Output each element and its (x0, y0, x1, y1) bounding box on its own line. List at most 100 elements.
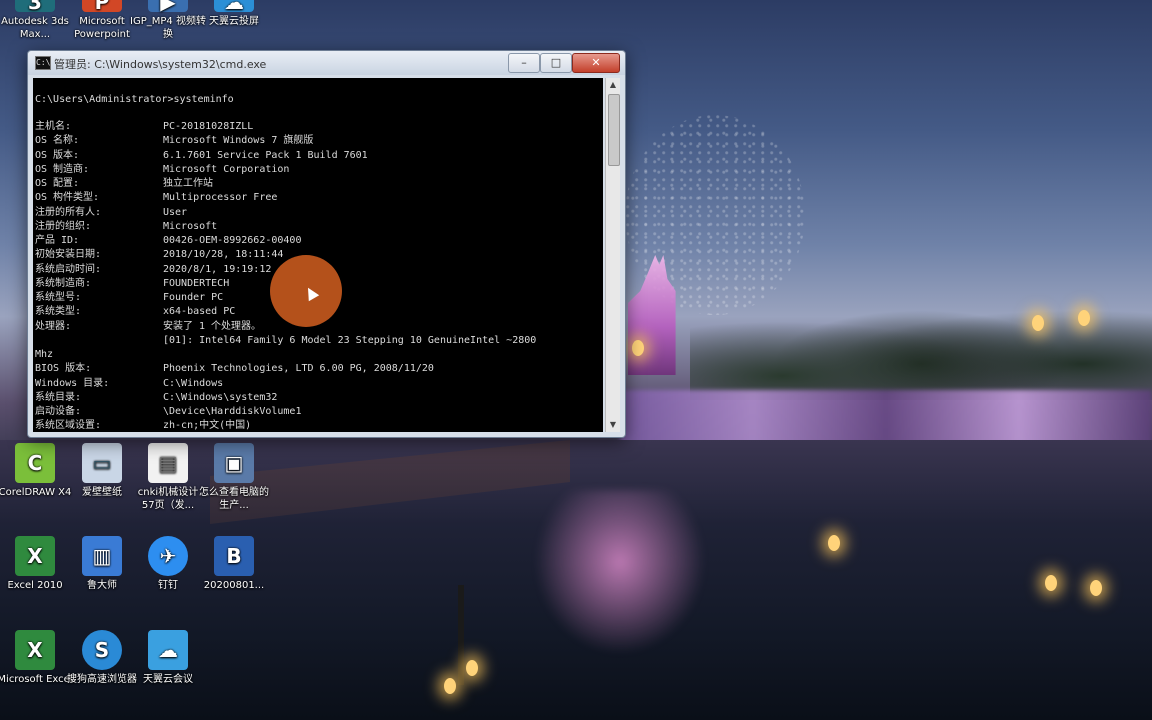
trees (690, 280, 1152, 400)
desktop-icon-excel-2010[interactable]: X Excel 2010 (0, 536, 73, 592)
desktop-icon-coreldraw[interactable]: C CorelDRAW X4 (0, 443, 73, 499)
sogou-browser-icon: S (82, 630, 122, 670)
window-title: 管理员: C:\Windows\system32\cmd.exe (54, 58, 267, 71)
scroll-up-arrow-icon[interactable]: ▲ (606, 78, 620, 92)
systeminfo-value: [01]: Intel64 Family 6 Model 23 Stepping… (163, 334, 537, 346)
lamp-light (1090, 580, 1102, 596)
systeminfo-key: 初始安装日期: (35, 249, 102, 261)
systeminfo-row: 主机名: PC-20181028IZLL (35, 120, 603, 134)
systeminfo-value: FOUNDERTECH (163, 277, 230, 289)
vertical-scrollbar[interactable]: ▲ ▼ (605, 78, 620, 432)
desktop-icon-cnki-document[interactable]: ▤ cnki机械设计 57页（发... (130, 443, 206, 512)
wallpaper-icon: ▭ (82, 443, 122, 483)
systeminfo-value: Founder PC (163, 292, 224, 303)
desktop-icon-microsoft-excel[interactable]: X Microsoft Excel (0, 630, 73, 686)
systeminfo-value: 6.1.7601 Service Pack 1 Build 7601 (163, 149, 368, 161)
lamp-light (444, 678, 456, 694)
systeminfo-key: 主机名: (35, 121, 72, 132)
close-button[interactable]: ✕ (572, 53, 620, 73)
systeminfo-key: Mhz (35, 349, 54, 360)
word-doc-icon: B (214, 536, 254, 576)
systeminfo-value: Multiprocessor Free (163, 192, 278, 204)
systeminfo-value: zh-cn;中文(中国) (163, 420, 252, 432)
lamp-light (1045, 575, 1057, 591)
computer-icon: ▥ (82, 536, 122, 576)
systeminfo-value: Microsoft (163, 220, 218, 232)
systeminfo-key: 系统制造商: (35, 277, 92, 289)
window-titlebar[interactable]: C:\ 管理员: C:\Windows\system32\cmd.exe – □… (28, 51, 625, 75)
systeminfo-value: Microsoft Windows 7 旗舰版 (163, 135, 314, 147)
desktop-icon-word-doc[interactable]: B 20200801... (196, 536, 272, 592)
document-icon: ▤ (148, 443, 188, 483)
desktop-icon-screenshot[interactable]: ▣ 怎么查看电脑的生产... (196, 443, 272, 512)
systeminfo-row: 系统区域设置: zh-cn;中文(中国) (35, 419, 603, 432)
cmd-window[interactable]: C:\ 管理员: C:\Windows\system32\cmd.exe – □… (27, 50, 626, 438)
video-converter-icon: ▶ (148, 0, 188, 12)
systeminfo-value: User (163, 206, 188, 218)
systeminfo-row: 系统目录: C:\Windows\system32 (35, 391, 603, 405)
systeminfo-value: 00426-OEM-8992662-00400 (163, 235, 302, 246)
systeminfo-key: 系统区域设置: (35, 420, 102, 432)
systeminfo-value: 安装了 1 个处理器。 (163, 320, 262, 332)
systeminfo-row: OS 构件类型: Multiprocessor Free (35, 191, 603, 205)
cloud-cast-icon: ☁ (214, 0, 254, 12)
desktop-icon-ludashi[interactable]: ▥ 鲁大师 (64, 536, 140, 592)
coreldraw-icon: C (15, 443, 55, 483)
systeminfo-key: OS 版本: (35, 149, 80, 161)
systeminfo-value: 2018/10/28, 18:11:44 (163, 249, 284, 261)
desktop-icon-cloud-cast[interactable]: ☁ 天翼云投屏 (196, 0, 272, 28)
maximize-button[interactable]: □ (540, 53, 572, 73)
systeminfo-value: 2020/8/1, 19:19:12 (163, 263, 272, 275)
desktop-icon-video-converter[interactable]: ▶ IGP_MP4 视频转换 (130, 0, 206, 41)
systeminfo-key: 处理器: (35, 320, 72, 332)
desktop-icon-dingtalk[interactable]: ✈ 钉钉 (130, 536, 206, 592)
systeminfo-value: PC-20181028IZLL (163, 121, 254, 132)
systeminfo-row: Mhz (35, 348, 603, 362)
3dsmax-icon: 3 (15, 0, 55, 12)
console-output[interactable]: C:\Users\Administrator>systeminfo 主机名: PC… (33, 78, 603, 432)
systeminfo-key: 系统启动时间: (35, 263, 102, 275)
systeminfo-row: 注册的组织: Microsoft (35, 220, 603, 234)
systeminfo-row: [01]: Intel64 Family 6 Model 23 Stepping… (35, 334, 603, 348)
desktop-icon-powerpoint[interactable]: P Microsoft Powerpoint (64, 0, 140, 41)
lamp-light (1032, 315, 1044, 331)
lamp-post (458, 585, 464, 685)
console-icon: C:\ (35, 56, 51, 70)
desktop-icon-3dsmax[interactable]: 3 Autodesk 3ds Max... (0, 0, 73, 41)
systeminfo-value: C:\Windows (163, 377, 224, 389)
systeminfo-key: 启动设备: (35, 406, 82, 417)
systeminfo-row: OS 版本: 6.1.7601 Service Pack 1 Build 7601 (35, 149, 603, 163)
mouse-cursor-highlight (270, 255, 342, 327)
systeminfo-row: 启动设备: \Device\HarddiskVolume1 (35, 405, 603, 419)
systeminfo-value: 独立工作站 (163, 178, 213, 189)
systeminfo-key: 注册的所有人: (35, 206, 102, 218)
systeminfo-key: OS 构件类型: (35, 192, 100, 204)
systeminfo-value: C:\Windows\system32 (163, 391, 278, 403)
systeminfo-row: Windows 目录: C:\Windows (35, 377, 603, 391)
systeminfo-key: 系统目录: (35, 391, 82, 403)
dingtalk-icon: ✈ (148, 536, 188, 576)
lamp-light (828, 535, 840, 551)
scroll-thumb[interactable] (608, 94, 620, 166)
systeminfo-key: OS 制造商: (35, 163, 90, 175)
minimize-button[interactable]: – (508, 53, 540, 73)
cloud-meeting-icon: ☁ (148, 630, 188, 670)
powerpoint-icon: P (82, 0, 122, 12)
desktop-icon-wallpaper[interactable]: ▭ 爱壁壁纸 (64, 443, 140, 499)
systeminfo-value: x64-based PC (163, 306, 236, 318)
systeminfo-row: 产品 ID: 00426-OEM-8992662-00400 (35, 234, 603, 248)
systeminfo-row: OS 配置: 独立工作站 (35, 177, 603, 191)
systeminfo-key: OS 名称: (35, 135, 80, 147)
scroll-down-arrow-icon[interactable]: ▼ (606, 418, 620, 432)
excel-icon: X (15, 630, 55, 670)
systeminfo-row: OS 名称: Microsoft Windows 7 旗舰版 (35, 134, 603, 148)
desktop-icon-cloud-meeting[interactable]: ☁ 天翼云会议 (130, 630, 206, 686)
systeminfo-key: BIOS 版本: (35, 363, 92, 375)
desktop-icon-sogou-browser[interactable]: S 搜狗高速浏览器 (64, 630, 140, 686)
systeminfo-value: \Device\HarddiskVolume1 (163, 406, 302, 417)
systeminfo-key: OS 配置: (35, 178, 80, 189)
systeminfo-value: Phoenix Technologies, LTD 6.00 PG, 2008/… (163, 363, 434, 375)
systeminfo-row: BIOS 版本: Phoenix Technologies, LTD 6.00 P… (35, 362, 603, 376)
systeminfo-row: OS 制造商: Microsoft Corporation (35, 163, 603, 177)
lamp-light (466, 660, 478, 676)
